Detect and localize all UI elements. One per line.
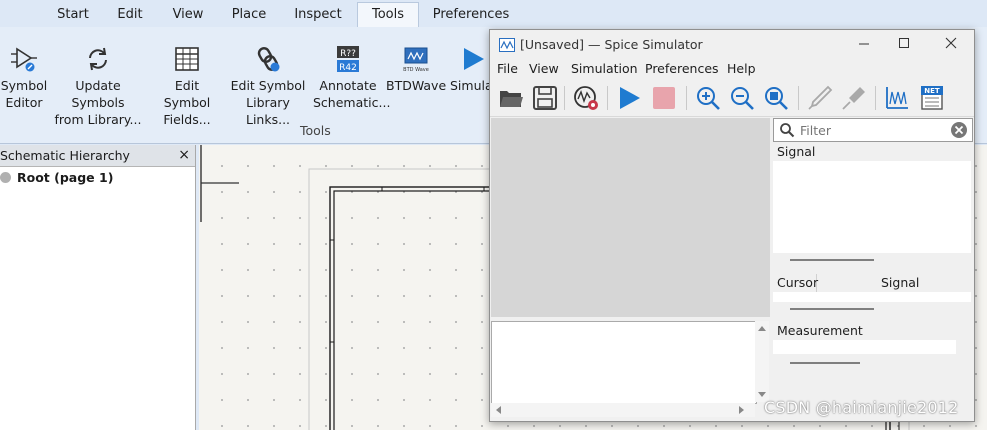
minimize-icon[interactable] <box>853 34 875 56</box>
annotate-icon: R?? R42 <box>337 46 359 73</box>
toolbar-separator <box>798 86 799 110</box>
btdwave-icon-text: BTD Wave <box>403 67 429 73</box>
toolbar-separator <box>686 86 687 110</box>
filter-input[interactable] <box>798 121 950 139</box>
signals-side-panel: Signal Cursor Signal Measurement <box>773 118 974 418</box>
tab-view[interactable]: View <box>164 3 212 27</box>
signal-list[interactable] <box>773 161 971 253</box>
signal-column-header[interactable]: Signal <box>773 143 971 161</box>
cursor-list[interactable] <box>773 292 971 302</box>
tab-inspect[interactable]: Inspect <box>286 3 350 27</box>
measurement-panel-splitter[interactable] <box>790 362 860 364</box>
menu-file[interactable]: File <box>497 61 518 76</box>
measurement-list[interactable] <box>773 340 956 354</box>
search-icon <box>780 123 795 138</box>
annotate-icon-bottom-text: R42 <box>339 63 357 73</box>
tab-place[interactable]: Place <box>224 3 274 27</box>
annotate-schematic-label-2: Schematic... <box>313 95 391 110</box>
tab-preferences[interactable]: Preferences <box>428 3 514 27</box>
maximize-icon[interactable] <box>893 34 915 56</box>
symbol-editor-label-2: Editor <box>5 95 43 110</box>
filter-box <box>773 118 973 142</box>
probe-current-icon[interactable] <box>840 84 868 112</box>
edit-symbol-library-links-label-2: Library Links... <box>245 95 291 127</box>
refresh-icon <box>89 47 107 71</box>
sim-settings-icon[interactable] <box>572 84 600 112</box>
zoom-out-icon[interactable] <box>728 84 756 112</box>
tab-tools[interactable]: Tools <box>357 2 419 27</box>
annotate-schematic-button[interactable]: R?? R42 Annotate Schematic... <box>313 45 390 111</box>
update-symbols-label-2: from Library... <box>54 112 142 127</box>
symbol-editor-label-1: Symbol <box>0 78 48 93</box>
edit-symbol-fields-label-2: Fields... <box>163 112 211 127</box>
table-grid-icon <box>175 47 199 71</box>
console-horizontal-scrollbar[interactable] <box>491 403 755 417</box>
schematic-hierarchy-panel: Schematic Hierarchy × Root (page 1) <box>0 145 196 430</box>
close-icon[interactable]: × <box>178 145 190 166</box>
ribbon-group-label: Tools <box>300 123 331 138</box>
symbol-editor-button[interactable]: Symbol Editor <box>0 45 48 111</box>
plot-axes-icon[interactable] <box>883 84 911 112</box>
edit-symbol-library-links-button[interactable]: Edit Symbol Library Links... <box>226 45 310 128</box>
zoom-fit-icon[interactable] <box>762 84 790 112</box>
tab-edit[interactable]: Edit <box>108 3 152 27</box>
annotate-icon-top-text: R?? <box>340 49 356 59</box>
run-simulation-icon[interactable] <box>615 84 643 112</box>
annotate-schematic-label-1: Annotate <box>319 78 377 93</box>
simulator-label: Simula <box>450 78 493 93</box>
zoom-in-icon[interactable] <box>694 84 722 112</box>
measurement-column-header[interactable]: Measurement <box>773 322 956 340</box>
clear-filter-icon[interactable] <box>950 121 968 139</box>
btdwave-button[interactable]: BTD Wave BTDWave <box>386 45 446 94</box>
close-window-icon[interactable] <box>940 34 962 56</box>
console-output[interactable] <box>491 321 757 404</box>
link-icon <box>257 47 280 72</box>
open-folder-icon[interactable] <box>497 84 525 112</box>
sheet-bullet-icon <box>0 172 11 183</box>
toolbar-separator <box>564 86 565 110</box>
menu-help[interactable]: Help <box>727 61 756 76</box>
edit-symbol-library-links-label-1: Edit Symbol <box>230 78 306 93</box>
menu-bar: File View Simulation Preferences Help <box>490 60 974 80</box>
simulator-toolbar: NET <box>490 80 974 117</box>
menu-preferences[interactable]: Preferences <box>645 61 719 76</box>
hierarchy-root-item[interactable]: Root (page 1) <box>0 170 113 185</box>
stop-simulation-icon[interactable] <box>650 84 678 112</box>
console-vertical-scrollbar[interactable] <box>755 321 769 402</box>
update-symbols-label-1: Update Symbols <box>71 78 125 110</box>
spice-simulator-window: [Unsaved] — Spice Simulator File View Si… <box>489 29 975 422</box>
save-icon[interactable] <box>531 84 559 112</box>
update-symbols-button[interactable]: Update Symbols from Library... <box>49 45 147 128</box>
schematic-hierarchy-title: Schematic Hierarchy <box>0 148 130 163</box>
edit-symbol-fields-label-1: Edit Symbol <box>163 78 211 110</box>
netlist-icon-text: NET <box>924 87 940 95</box>
watermark-text: CSDN @haimianjie2012 <box>764 398 959 417</box>
probe-voltage-icon[interactable] <box>806 84 834 112</box>
window-title: [Unsaved] — Spice Simulator <box>520 37 703 52</box>
cursor-signal-column-header[interactable]: Signal <box>881 274 971 292</box>
btdwave-label: BTDWave <box>386 78 447 93</box>
cursor-column-header[interactable]: Cursor <box>773 274 818 292</box>
play-icon <box>464 48 484 70</box>
netlist-icon[interactable]: NET <box>918 84 946 112</box>
tab-start[interactable]: Start <box>45 3 101 27</box>
menu-simulation[interactable]: Simulation <box>571 61 638 76</box>
btdwave-icon: BTD Wave <box>403 47 429 73</box>
schematic-hierarchy-header: Schematic Hierarchy × <box>0 145 195 167</box>
cursor-panel-splitter[interactable] <box>790 308 874 310</box>
signal-panel-splitter[interactable] <box>790 259 874 261</box>
plot-area[interactable] <box>491 118 770 317</box>
toolbar-separator <box>875 86 876 110</box>
edit-symbol-fields-button[interactable]: Edit Symbol Fields... <box>150 45 224 128</box>
menu-view[interactable]: View <box>529 61 559 76</box>
symbol-editor-icon <box>11 47 37 72</box>
ribbon-tab-bar: Start Edit View Place Inspect Tools Pref… <box>0 0 987 27</box>
toolbar-separator <box>607 86 608 110</box>
app-icon <box>499 38 515 52</box>
window-titlebar[interactable]: [Unsaved] — Spice Simulator <box>490 30 974 60</box>
hierarchy-root-label: Root (page 1) <box>17 170 114 185</box>
